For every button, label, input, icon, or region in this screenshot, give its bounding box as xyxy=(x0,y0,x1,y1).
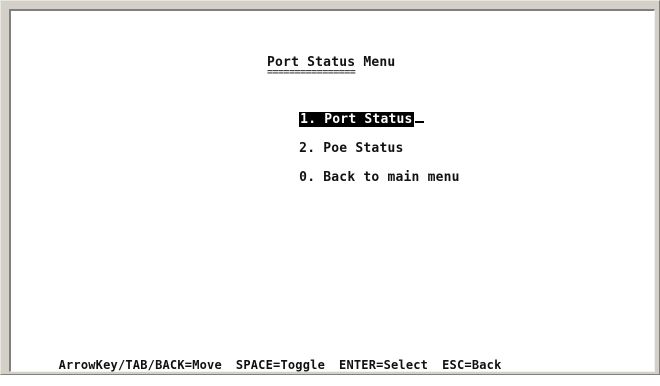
hint-back: ESC=Back xyxy=(442,358,502,372)
key-hints-bar: ArrowKey/TAB/BACK=Move SPACE=Toggle ENTER=… xyxy=(14,344,516,386)
menu-title-underline: ================ xyxy=(267,67,356,78)
menu-item-label: 0. Back to main menu xyxy=(299,170,460,185)
terminal-screen: Port Status Menu ================ 1. Por… xyxy=(9,9,655,372)
hint-select: ENTER=Select xyxy=(339,358,429,372)
terminal-window: Port Status Menu ================ 1. Por… xyxy=(0,0,660,375)
menu-item-label: 1. Port Status xyxy=(299,112,414,127)
hint-move: ArrowKey/TAB/BACK=Move xyxy=(58,358,222,372)
hint-toggle: SPACE=Toggle xyxy=(235,358,326,372)
text-cursor xyxy=(414,121,424,123)
menu-item-back-to-main[interactable]: 0. Back to main menu xyxy=(251,155,460,200)
menu-item-label: 2. Poe Status xyxy=(299,141,404,156)
